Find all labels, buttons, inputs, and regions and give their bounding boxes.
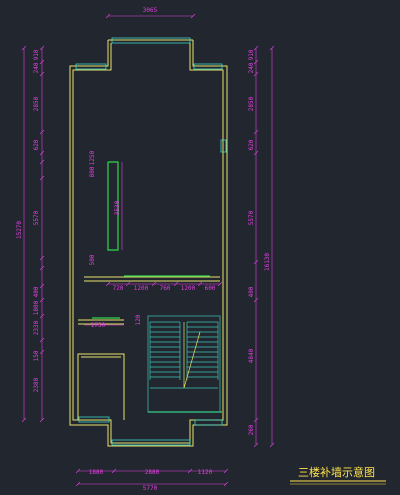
new-walls <box>92 161 222 413</box>
exterior-walls <box>69 39 228 447</box>
dim-inner-vertical: 3530 <box>114 200 121 215</box>
dim-right-segment: 910 <box>248 49 255 60</box>
windows <box>75 37 227 446</box>
dim-left-segment: 240 <box>33 62 40 73</box>
dim-right-segment: 620 <box>248 139 255 150</box>
dim-right-segment: 2850 <box>248 96 255 111</box>
dim-left-segment: 910 <box>33 49 40 60</box>
dim-corridor: 1750 <box>91 322 106 329</box>
dim-left-segment: 2850 <box>33 96 40 111</box>
dim-left-segment: 620 <box>33 139 40 150</box>
dim-left-outer: 15270 <box>16 221 23 239</box>
dimension-labels: 3065 15270 16130 3530 120 1750 5770 910 2… <box>16 7 271 492</box>
dim-left-segment: 800 <box>89 166 96 177</box>
window-right-bottom <box>194 419 223 426</box>
dim-left-segment: 400 <box>33 286 40 297</box>
dim-right-segment: 240 <box>248 62 255 73</box>
dim-right-segment: 260 <box>248 424 255 435</box>
dim-right-segment: 400 <box>248 286 255 297</box>
dim-right-outer: 16130 <box>264 253 271 271</box>
dim-left-segment: 500 <box>89 254 96 265</box>
dim-left-segment: 150 <box>33 350 40 361</box>
small-room-wall <box>77 353 125 420</box>
dim-row-segment: 600 <box>205 285 216 292</box>
dim-row-segment: 1200 <box>134 285 149 292</box>
drawing-caption: 三楼补墙示意图 <box>298 465 375 479</box>
floor-plan-drawing: 3065 15270 16130 3530 120 1750 5770 910 2… <box>16 7 386 492</box>
main-outline <box>69 40 228 447</box>
dim-left-segment: 2330 <box>33 320 40 335</box>
dim-row-segment: 760 <box>160 285 171 292</box>
dimension-lines <box>21 13 275 487</box>
stair-treads-right <box>187 321 218 378</box>
dim-left-segment: 2380 <box>33 377 40 392</box>
dim-bottom-segment: 1120 <box>198 469 213 476</box>
dim-row-segment: 1200 <box>181 285 196 292</box>
dim-top-width: 3065 <box>143 7 158 14</box>
dim-right-segment: 4840 <box>248 348 255 363</box>
dim-left-segment: 1800 <box>33 300 40 315</box>
dim-right-segment: 5570 <box>248 210 255 225</box>
dim-left-segment: 1250 <box>89 150 96 165</box>
dim-bottom-total: 5770 <box>143 485 158 492</box>
dim-inner-short: 120 <box>135 314 142 325</box>
dim-bottom-segment: 2880 <box>145 469 160 476</box>
dim-bottom-segment: 1880 <box>89 469 104 476</box>
dim-row-segment: 720 <box>113 285 124 292</box>
dim-left-segment: 5570 <box>33 210 40 225</box>
stairs <box>147 315 221 413</box>
stair-treads-left <box>150 321 180 378</box>
